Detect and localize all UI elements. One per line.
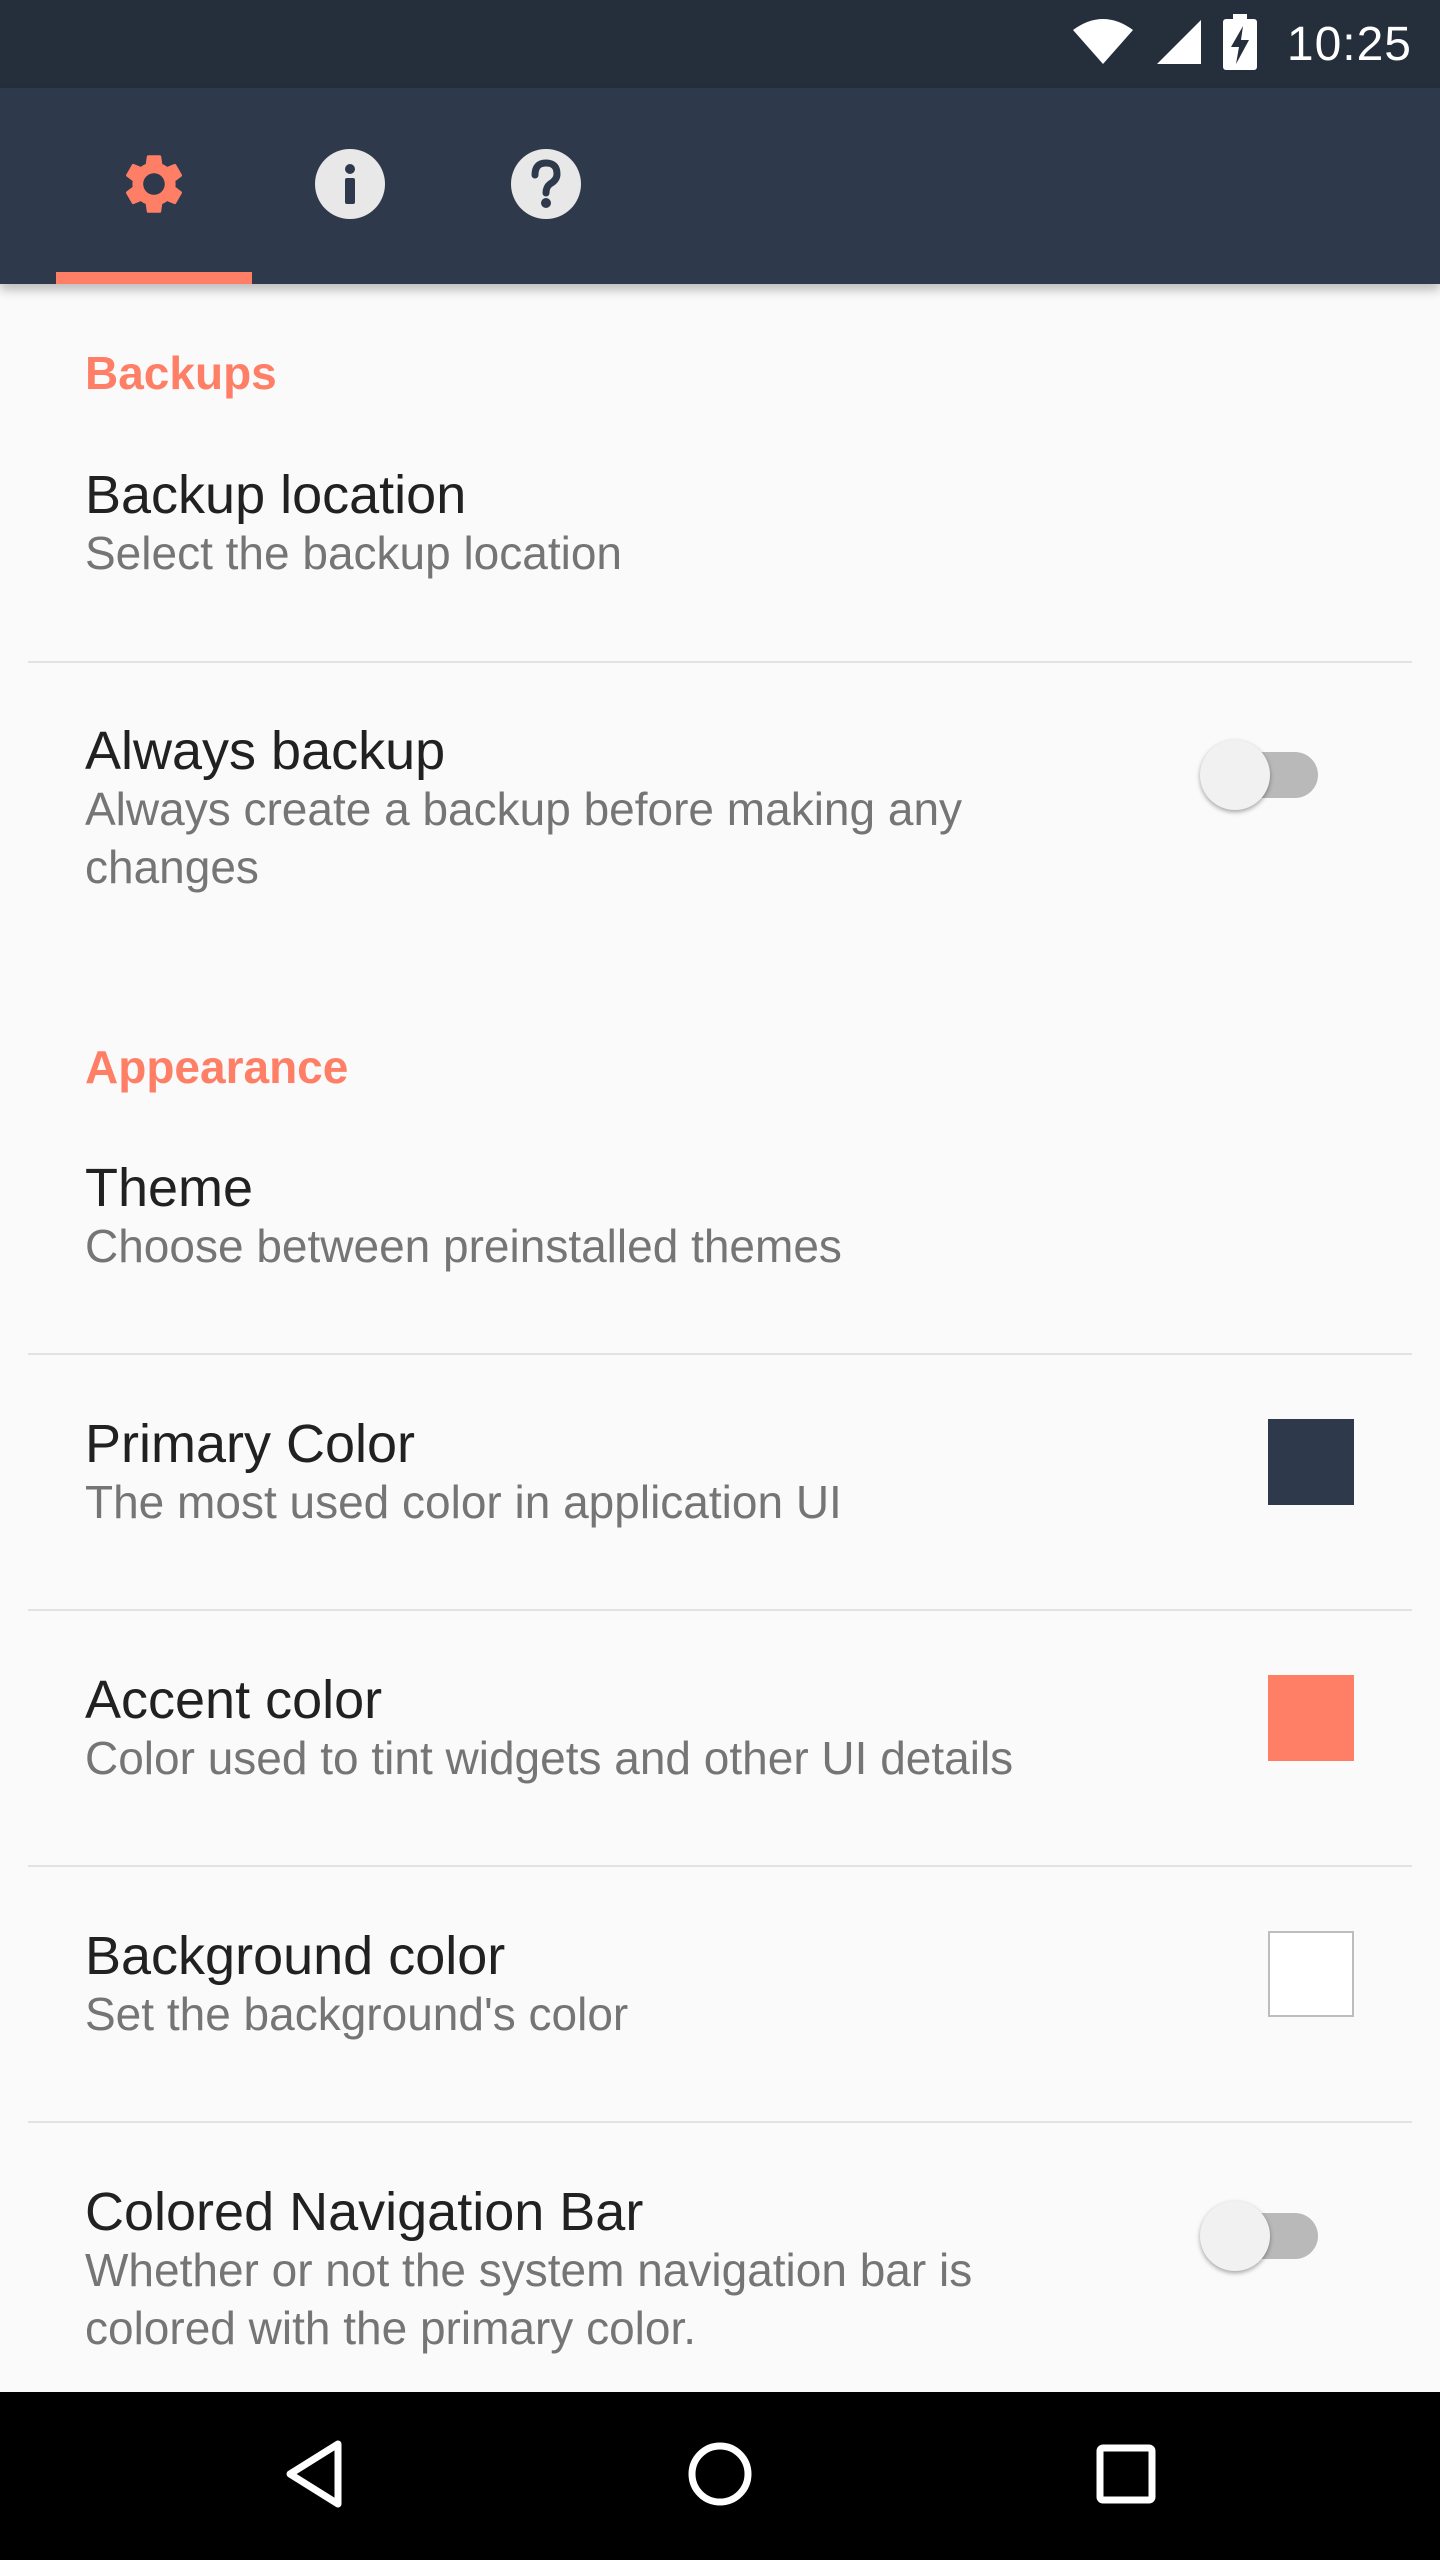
divider [28, 1353, 1412, 1355]
pref-summary: Always create a backup before making any… [85, 783, 963, 893]
tab-settings[interactable] [56, 88, 252, 284]
selected-tab-indicator [56, 272, 252, 284]
battery-charging-icon [1222, 13, 1257, 75]
pref-summary: Whether or not the system navigation bar… [85, 2244, 973, 2354]
pref-summary: Select the backup location [85, 527, 623, 579]
always-backup-switch[interactable] [1200, 740, 1320, 810]
help-icon [510, 148, 582, 225]
primary-color-swatch[interactable] [1268, 1419, 1354, 1505]
cell-signal-icon [1155, 18, 1203, 71]
pref-backup-location[interactable]: Backup location Select the backup locati… [0, 464, 1440, 664]
pref-colored-navigation-bar[interactable]: Colored Navigation Bar Whether or not th… [0, 2181, 1440, 2381]
accent-color-swatch[interactable] [1268, 1675, 1354, 1761]
wifi-icon [1071, 18, 1135, 71]
pref-theme[interactable]: Theme Choose between preinstalled themes [0, 1157, 1440, 1357]
pref-title: Background color [85, 1926, 506, 1986]
back-icon [282, 2439, 346, 2514]
recents-button[interactable] [1076, 2426, 1176, 2526]
pref-title: Theme [85, 1158, 254, 1218]
system-navigation-bar [0, 2392, 1440, 2560]
switch-thumb [1200, 740, 1270, 810]
back-button[interactable] [264, 2426, 364, 2526]
pref-primary-color[interactable]: Primary Color The most used color in app… [0, 1413, 1440, 1613]
tab-help[interactable] [448, 88, 644, 284]
section-header-backups: Backups [85, 347, 277, 399]
pref-title: Colored Navigation Bar [85, 2182, 644, 2242]
status-icons: 10:25 [1071, 0, 1412, 88]
pref-background-color[interactable]: Background color Set the background's co… [0, 1925, 1440, 2125]
section-header-appearance: Appearance [85, 1041, 349, 1093]
pref-always-backup[interactable]: Always backup Always create a backup bef… [0, 720, 1440, 920]
status-clock: 10:25 [1286, 17, 1412, 71]
switch-thumb [1200, 2201, 1270, 2271]
pref-title: Primary Color [85, 1414, 416, 1474]
gear-icon [118, 148, 190, 225]
recents-icon [1096, 2444, 1156, 2509]
divider [28, 1865, 1412, 1867]
divider [28, 2121, 1412, 2123]
pref-title: Backup location [85, 465, 467, 525]
tab-info[interactable] [252, 88, 448, 284]
status-bar: 10:25 [0, 0, 1440, 88]
pref-summary: Color used to tint widgets and other UI … [85, 1732, 1014, 1784]
divider [28, 661, 1412, 663]
background-color-swatch[interactable] [1268, 1931, 1354, 2017]
pref-summary: Choose between preinstalled themes [85, 1220, 842, 1272]
colored-navigation-bar-switch[interactable] [1200, 2201, 1320, 2271]
home-button[interactable] [670, 2426, 770, 2526]
pref-title: Accent color [85, 1670, 383, 1730]
pref-title: Always backup [85, 721, 446, 781]
pref-accent-color[interactable]: Accent color Color used to tint widgets … [0, 1669, 1440, 1869]
home-icon [687, 2441, 753, 2512]
divider [28, 1609, 1412, 1611]
pref-summary: The most used color in application UI [85, 1476, 842, 1528]
settings-list: Backups Backup location Select the backu… [0, 284, 1440, 2392]
pref-summary: Set the background's color [85, 1988, 629, 2040]
info-icon [314, 148, 386, 225]
tab-toolbar [0, 88, 1440, 284]
